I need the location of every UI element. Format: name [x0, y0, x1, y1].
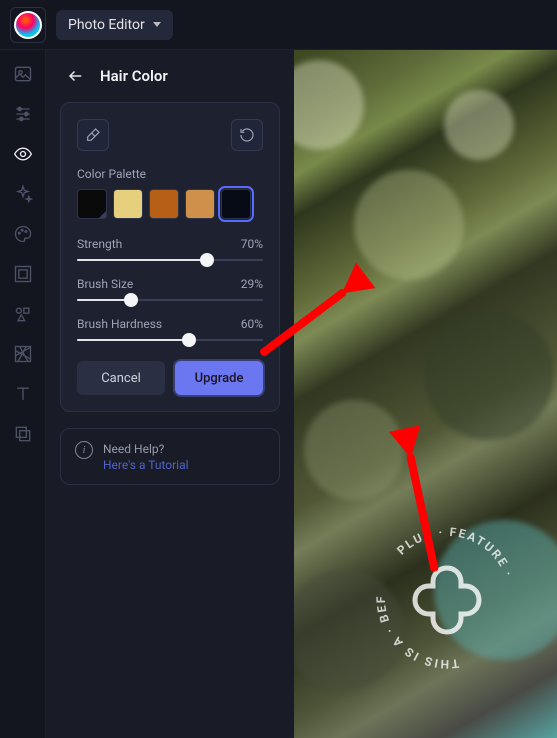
tool-rail	[0, 50, 46, 738]
side-panel: Hair Color Color Palette Strength 70%	[46, 50, 294, 738]
brush-size-value: 29%	[241, 277, 263, 291]
eraser-button[interactable]	[77, 119, 109, 151]
pattern-icon[interactable]	[13, 344, 33, 364]
frame-icon[interactable]	[13, 264, 33, 284]
back-button[interactable]	[64, 64, 88, 88]
palette-icon[interactable]	[13, 224, 33, 244]
eye-icon[interactable]	[13, 144, 33, 164]
info-icon: i	[75, 441, 93, 459]
sparkle-icon[interactable]	[13, 184, 33, 204]
image-icon[interactable]	[13, 64, 33, 84]
color-swatches	[77, 189, 263, 219]
settings-card: Color Palette Strength 70% Brush Size 29…	[60, 102, 280, 412]
upgrade-button[interactable]: Upgrade	[175, 361, 263, 395]
help-card: i Need Help? Here's a Tutorial	[60, 428, 280, 485]
cancel-button[interactable]: Cancel	[77, 361, 165, 395]
color-swatch[interactable]	[185, 189, 215, 219]
reset-button[interactable]	[231, 119, 263, 151]
plus-feature-watermark: THIS IS A · BEFUNKY PLUS · FEATURE ·	[367, 518, 527, 678]
brush-hardness-slider[interactable]	[77, 339, 263, 341]
app-selector[interactable]: Photo Editor	[56, 10, 173, 40]
app-name: Photo Editor	[68, 17, 145, 33]
color-swatch[interactable]	[113, 189, 143, 219]
shapes-icon[interactable]	[13, 304, 33, 324]
panel-title: Hair Color	[100, 67, 168, 85]
image-canvas[interactable]: THIS IS A · BEFUNKY PLUS · FEATURE ·	[294, 50, 557, 738]
chevron-down-icon	[153, 22, 161, 27]
app-logo[interactable]	[10, 7, 46, 43]
text-icon[interactable]	[13, 384, 33, 404]
strength-value: 70%	[241, 237, 263, 251]
layers-icon[interactable]	[13, 424, 33, 444]
color-swatch[interactable]	[77, 189, 107, 219]
brush-hardness-label: Brush Hardness	[77, 317, 162, 331]
brush-size-slider[interactable]	[77, 299, 263, 301]
brush-hardness-value: 60%	[241, 317, 263, 331]
palette-label: Color Palette	[77, 167, 263, 181]
strength-slider[interactable]	[77, 259, 263, 261]
strength-label: Strength	[77, 237, 122, 251]
brush-size-label: Brush Size	[77, 277, 133, 291]
color-swatch[interactable]	[149, 189, 179, 219]
help-tutorial-link[interactable]: Here's a Tutorial	[103, 458, 189, 472]
color-swatch[interactable]	[221, 189, 251, 219]
sliders-icon[interactable]	[13, 104, 33, 124]
help-title: Need Help?	[103, 441, 189, 458]
